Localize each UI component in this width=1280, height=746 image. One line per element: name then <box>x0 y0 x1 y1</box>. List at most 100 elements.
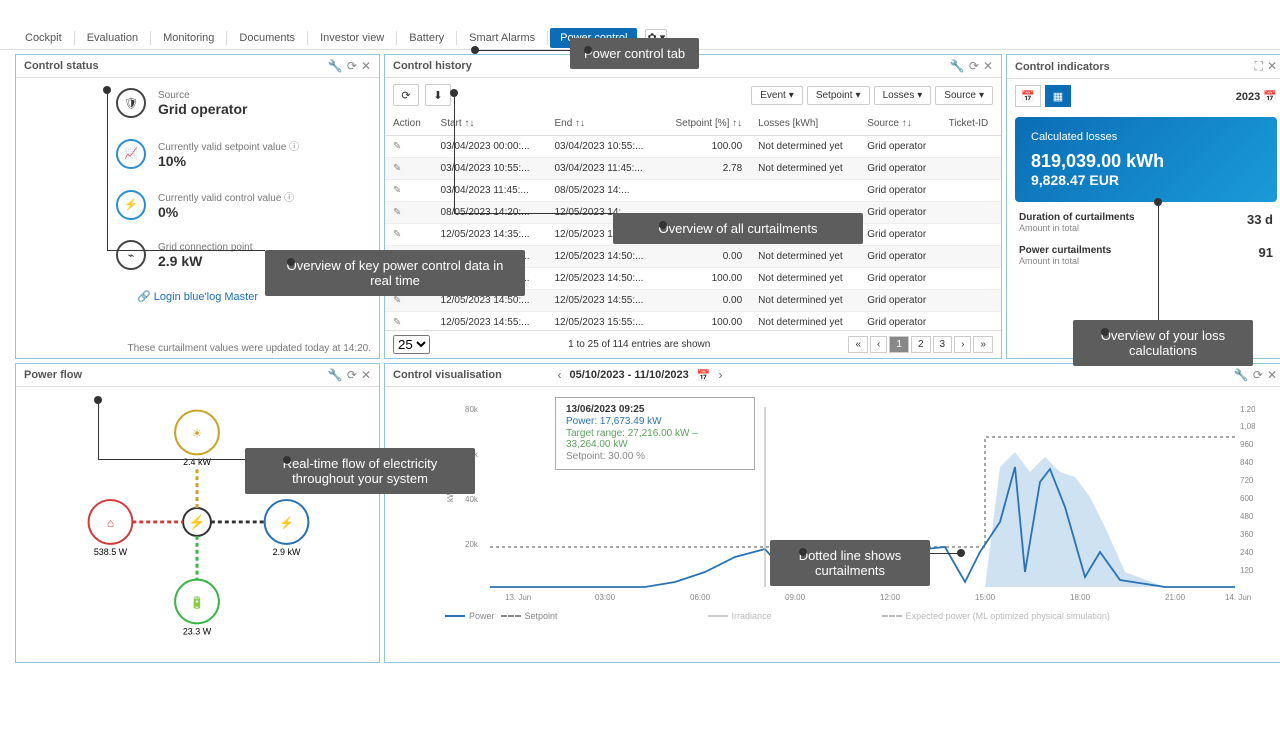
page-prev[interactable]: ‹ <box>870 336 887 353</box>
page-3[interactable]: 3 <box>933 336 953 353</box>
svg-text:1,080: 1,080 <box>1240 422 1255 431</box>
wrench-icon[interactable]: 🔧 <box>328 59 343 73</box>
svg-text:09:00: 09:00 <box>785 593 806 602</box>
filter-losses[interactable]: Losses ▾ <box>874 86 932 105</box>
curtailments-label: Power curtailments <box>1019 245 1111 256</box>
callout-status: Overview of key power control data in re… <box>265 250 525 296</box>
curtailments-value: 91 <box>1259 245 1273 266</box>
page-last[interactable]: » <box>973 336 993 353</box>
date-prev[interactable]: ‹ <box>558 368 562 382</box>
panel-power-flow: Power flow 🔧 ⟳ ✕ ⚡ ☀ 2.4 kW ⌂ 538.5 W <box>15 363 380 663</box>
callout-flow: Real-time flow of electricity throughout… <box>245 448 475 494</box>
control-label: Currently valid control value ⓘ <box>158 189 294 204</box>
svg-text:538.5 W: 538.5 W <box>94 547 128 557</box>
reload-button[interactable]: ⟳ <box>393 84 419 106</box>
tab-investor-view[interactable]: Investor view <box>310 28 394 48</box>
svg-text:20k: 20k <box>465 540 479 549</box>
refresh-icon[interactable]: ⟳ <box>347 59 357 73</box>
panel-control-history: Control history 🔧 ⟳ ✕ ⟳ ⬇ Event ▾ Setpoi… <box>384 54 1002 359</box>
panel-title: Control indicators <box>1015 61 1110 73</box>
svg-text:06:00: 06:00 <box>690 593 711 602</box>
source-value: Grid operator <box>158 101 247 117</box>
refresh-icon[interactable]: ⟳ <box>1253 368 1263 382</box>
close-icon[interactable]: ✕ <box>983 59 993 73</box>
page-2[interactable]: 2 <box>911 336 931 353</box>
wrench-icon[interactable]: 🔧 <box>950 59 965 73</box>
col-source[interactable]: Source ↑↓ <box>859 112 940 136</box>
table-row[interactable]: ✎03/04/2023 11:45:...08/05/2023 14:...Gr… <box>385 180 1001 202</box>
svg-text:480: 480 <box>1240 512 1254 521</box>
expand-icon[interactable]: ⛶ <box>1255 59 1263 74</box>
panel-control-indicators: Control indicators ⛶ ✕ 📅 ▦ 2023 📅 Calcul… <box>1006 54 1280 359</box>
year-picker[interactable]: 2023 📅 <box>1236 90 1277 103</box>
col-start[interactable]: Start ↑↓ <box>433 112 547 136</box>
svg-text:14. Jun: 14. Jun <box>1225 593 1251 602</box>
svg-text:80k: 80k <box>465 405 479 414</box>
close-icon[interactable]: ✕ <box>1267 368 1277 382</box>
chart-tooltip: 13/06/2023 09:25 Power: 17,673.49 kW Tar… <box>555 397 755 470</box>
calendar-icon[interactable]: 📅 <box>697 369 711 382</box>
col-end[interactable]: End ↑↓ <box>546 112 660 136</box>
svg-text:2.9 kW: 2.9 kW <box>273 547 301 557</box>
tab-evaluation[interactable]: Evaluation <box>77 28 148 48</box>
page-1[interactable]: 1 <box>889 336 909 353</box>
close-icon[interactable]: ✕ <box>361 59 371 73</box>
page-info: 1 to 25 of 114 entries are shown <box>568 339 710 350</box>
table-row[interactable]: ✎03/04/2023 10:55:...03/04/2023 11:45:..… <box>385 158 1001 180</box>
filter-setpoint[interactable]: Setpoint ▾ <box>807 86 870 105</box>
callout-vis: Dotted line shows curtailments <box>770 540 930 586</box>
col-setpoint[interactable]: Setpoint [%] ↑↓ <box>660 112 750 136</box>
curtailments-sub: Amount in total <box>1019 256 1111 266</box>
tab-monitoring[interactable]: Monitoring <box>153 28 224 48</box>
svg-text:15:00: 15:00 <box>975 593 996 602</box>
svg-text:☀: ☀ <box>192 426 203 440</box>
col-action[interactable]: Action <box>385 112 433 136</box>
losses-eur: 9,828.47 EUR <box>1031 172 1261 188</box>
panel-title: Control visualisation <box>393 369 502 381</box>
panel-control-visualisation: Control visualisation ‹ 05/10/2023 - 11/… <box>384 363 1280 663</box>
col-ticket[interactable]: Ticket-ID <box>941 112 1001 136</box>
refresh-icon[interactable]: ⟳ <box>347 368 357 382</box>
gcp-value: 2.9 kW <box>158 253 253 269</box>
svg-text:03:00: 03:00 <box>595 593 616 602</box>
svg-text:840: 840 <box>1240 458 1254 467</box>
col-losses[interactable]: Losses [kWh] <box>750 112 859 136</box>
duration-sub: Amount in total <box>1019 223 1135 233</box>
close-icon[interactable]: ✕ <box>361 368 371 382</box>
svg-text:🔋: 🔋 <box>190 595 205 609</box>
wrench-icon[interactable]: 🔧 <box>1234 368 1249 382</box>
losses-title: Calculated losses <box>1031 131 1261 143</box>
date-next[interactable]: › <box>718 368 722 382</box>
svg-text:13. Jun: 13. Jun <box>505 593 531 602</box>
date-range: 05/10/2023 - 11/10/2023 <box>570 369 689 381</box>
duration-label: Duration of curtailments <box>1019 212 1135 223</box>
view-calendar-icon[interactable]: 📅 <box>1015 85 1041 107</box>
page-size-select[interactable]: 25 <box>393 335 430 354</box>
panel-title: Control status <box>24 60 99 72</box>
refresh-icon[interactable]: ⟳ <box>969 59 979 73</box>
callout-tab: Power control tab <box>570 38 699 69</box>
page-first[interactable]: « <box>848 336 868 353</box>
losses-card: Calculated losses 819,039.00 kWh 9,828.4… <box>1015 117 1277 202</box>
source-label: Source <box>158 90 247 101</box>
tab-smart-alarms[interactable]: Smart Alarms <box>459 28 545 48</box>
tab-cockpit[interactable]: Cockpit <box>15 28 72 48</box>
view-grid-icon[interactable]: ▦ <box>1045 85 1071 107</box>
close-icon[interactable]: ✕ <box>1267 59 1277 74</box>
callout-history: Overview of all curtailments <box>613 213 863 244</box>
table-row[interactable]: ✎12/05/2023 14:55:...12/05/2023 15:55:..… <box>385 312 1001 331</box>
download-button[interactable]: ⬇ <box>425 84 451 106</box>
svg-text:960: 960 <box>1240 440 1254 449</box>
filter-source[interactable]: Source ▾ <box>935 86 993 105</box>
wrench-icon[interactable]: 🔧 <box>328 368 343 382</box>
svg-text:120: 120 <box>1240 566 1254 575</box>
svg-text:40k: 40k <box>465 495 479 504</box>
duration-value: 33 d <box>1247 212 1273 233</box>
tab-battery[interactable]: Battery <box>399 28 454 48</box>
svg-text:21:00: 21:00 <box>1165 593 1186 602</box>
filter-event[interactable]: Event ▾ <box>751 86 803 105</box>
svg-text:360: 360 <box>1240 530 1254 539</box>
tab-documents[interactable]: Documents <box>229 28 305 48</box>
table-row[interactable]: ✎03/04/2023 00:00:...03/04/2023 10:55:..… <box>385 136 1001 158</box>
page-next[interactable]: › <box>954 336 971 353</box>
